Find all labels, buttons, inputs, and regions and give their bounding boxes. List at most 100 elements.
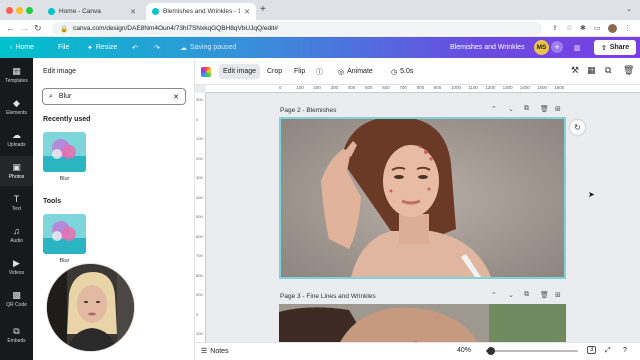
rail-item-audio[interactable]: ♫ Audio	[0, 220, 33, 250]
saving-status: ☁ Saving paused	[180, 37, 236, 58]
color-picker-button[interactable]	[197, 64, 215, 79]
minimize-window-dot[interactable]	[16, 7, 23, 14]
chevron-left-icon: ‹	[10, 44, 13, 51]
rail-label: Audio	[10, 237, 23, 244]
chevron-down-icon[interactable]: ⌄	[508, 105, 514, 113]
reload-icon[interactable]: ↻	[34, 23, 42, 34]
rail-item-text[interactable]: T Text	[0, 188, 33, 218]
zoom-slider[interactable]	[486, 347, 578, 355]
duration-button[interactable]: ◷ 5.0s	[387, 64, 417, 79]
duplicate-page-icon[interactable]: ⧉	[524, 105, 529, 113]
sidebar-toggle-icon[interactable]: ▭	[594, 24, 601, 32]
bookmark-star-icon[interactable]: ☆	[566, 24, 572, 32]
page-count-button[interactable]: 3	[587, 346, 597, 354]
animate-icon: ◎	[338, 68, 345, 76]
info-button[interactable]: ⓘ	[312, 64, 327, 79]
delete-page-icon[interactable]: 🗑	[540, 291, 549, 299]
ruler-tick-label: 0	[196, 116, 199, 122]
chevron-down-icon[interactable]: ⌄	[508, 291, 514, 299]
rail-label: Text	[11, 205, 22, 212]
regenerate-icon[interactable]: ↻	[570, 120, 585, 135]
design-title[interactable]: Blemishes and Wrinkles	[450, 37, 525, 58]
rail-item-elements[interactable]: ◆ Elements	[0, 92, 33, 122]
url-field[interactable]: 🔒 canva.com/design/DAE8Nm4Oun4/73hI7SNxk…	[52, 22, 542, 35]
tools-heading: Tools	[43, 198, 62, 205]
duplicate-page-icon[interactable]: ⧉	[524, 291, 529, 299]
rail-label: Videos	[8, 269, 25, 276]
share-button[interactable]: ⇧ Share	[594, 40, 636, 55]
rail-item-uploads[interactable]: ☁ Uploads	[0, 124, 33, 154]
add-collaborator-button[interactable]: +	[551, 41, 563, 53]
home-label: Home	[15, 44, 35, 51]
close-window-dot[interactable]	[6, 7, 13, 14]
copy-icon[interactable]: ⧉	[605, 65, 611, 76]
delete-page-icon[interactable]: 🗑	[540, 105, 549, 113]
add-page-icon[interactable]: ⊞	[555, 291, 561, 299]
file-menu-button[interactable]: File	[58, 37, 69, 58]
close-tab-icon[interactable]: ✕	[130, 8, 136, 16]
page-title[interactable]: Page 3 - Fine Lines and Wrinkles	[280, 293, 376, 300]
share-page-icon[interactable]: ⇪	[552, 24, 558, 32]
ruler-tick-label: 1100	[468, 85, 478, 90]
crop-button[interactable]: Crop	[263, 64, 286, 79]
tab-list-chevron-icon[interactable]: ⌄	[626, 5, 632, 13]
browser-tab-design[interactable]: Blemishes and Wrinkles - 1600 ✕	[146, 3, 256, 20]
rail-item-photos[interactable]: ▣ Photos	[0, 156, 33, 186]
share-icon: ⇧	[600, 44, 607, 52]
page-count-label: 3	[590, 347, 594, 353]
undo-button[interactable]: ↶	[132, 37, 138, 58]
search-input[interactable]: ⌕ Blur ✕	[42, 88, 186, 105]
browser-menu-icon[interactable]: ⋮	[624, 24, 631, 32]
close-tab-icon[interactable]: ✕	[244, 8, 250, 16]
rail-item-videos[interactable]: ▶ Videos	[0, 252, 33, 282]
profile-avatar[interactable]	[608, 24, 617, 33]
animate-button[interactable]: ◎ Animate	[334, 64, 377, 79]
edit-image-button[interactable]: Edit image	[219, 64, 261, 79]
zoom-slider-knob[interactable]	[486, 347, 495, 355]
ruler-tick-label: 400	[196, 194, 203, 200]
browser-tab-home[interactable]: Home - Canva ✕	[42, 3, 142, 20]
notes-button[interactable]: ☰ Notes	[201, 347, 229, 356]
ruler-tick-label: 600	[382, 85, 390, 90]
resize-button[interactable]: ✦ Resize	[87, 37, 117, 58]
blur-tool-thumbnail[interactable]	[43, 214, 86, 254]
maximize-window-dot[interactable]	[26, 7, 33, 14]
page-3-canvas[interactable]	[279, 304, 566, 344]
paint-roller-icon[interactable]: ⚒	[571, 65, 579, 76]
chevron-up-icon[interactable]: ⌃	[491, 291, 497, 299]
zoom-value[interactable]: 40%	[457, 347, 471, 354]
add-page-icon[interactable]: ⊞	[555, 105, 561, 113]
rail-item-qr-code[interactable]: ▩ QR Code	[0, 284, 33, 314]
home-button[interactable]: ‹ Home	[10, 37, 34, 58]
expand-icon: ⤢	[605, 347, 611, 354]
rail-item-templates[interactable]: ▦ Templates	[0, 60, 33, 90]
trash-icon[interactable]: 🗑	[623, 65, 634, 76]
redo-button[interactable]: ↷	[154, 37, 160, 58]
user-avatar[interactable]: MS	[534, 40, 549, 55]
cloud-upload-icon: ☁	[12, 129, 21, 140]
fullscreen-button[interactable]: ⤢	[605, 347, 611, 355]
resize-label: Resize	[95, 44, 118, 51]
chevron-up-icon[interactable]: ⌃	[491, 105, 497, 113]
image-icon: ▣	[12, 161, 21, 172]
blur-effect-thumbnail[interactable]	[43, 132, 86, 172]
new-tab-icon[interactable]: +	[260, 4, 266, 15]
page-title[interactable]: Page 2 - Blemishes	[280, 107, 336, 114]
left-rail: ▦ Templates ◆ Elements ☁ Uploads ▣ Photo…	[0, 58, 33, 360]
insights-button[interactable]: ▥	[574, 37, 581, 58]
clear-search-icon[interactable]: ✕	[173, 93, 179, 101]
back-arrow-icon[interactable]: ←	[6, 23, 15, 33]
page-2-canvas[interactable]	[279, 117, 566, 279]
ruler-tick-label: 900	[433, 85, 442, 90]
search-value: Blur	[58, 93, 72, 100]
search-icon: ⌕	[49, 92, 53, 100]
mouse-cursor-icon: ➤	[588, 190, 595, 199]
flip-button[interactable]: Flip	[290, 64, 309, 79]
extensions-icon[interactable]: ✱	[580, 24, 586, 32]
embed-icon: ⧉	[13, 325, 20, 336]
help-button[interactable]: ?	[623, 347, 627, 354]
saving-label: Saving paused	[190, 44, 237, 51]
rail-item-embeds[interactable]: ⧉ Embeds	[0, 320, 33, 350]
transparency-icon[interactable]: ▦	[587, 65, 596, 76]
forward-arrow-icon[interactable]: →	[20, 23, 29, 33]
